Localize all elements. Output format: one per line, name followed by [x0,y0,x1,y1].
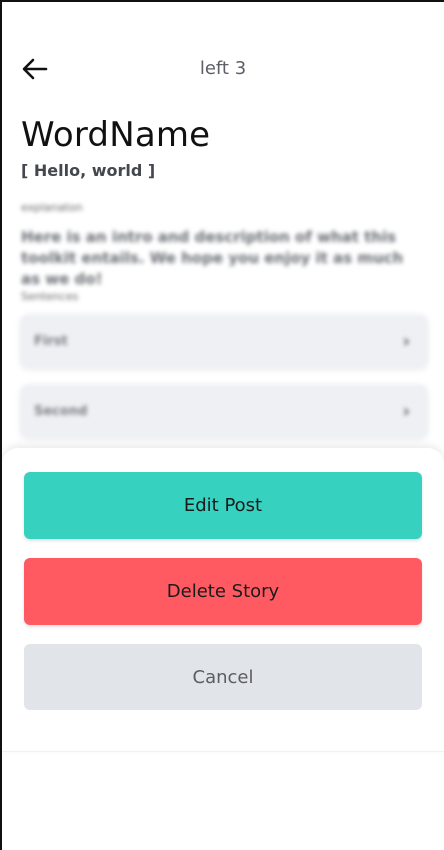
sentence-item-second[interactable]: Second › [20,384,428,438]
sentences-label: Sentences [21,290,79,303]
explanation-label: explanaton [21,201,83,214]
sentence-item-label: Second [34,403,88,419]
chevron-right-icon: › [402,330,410,352]
delete-story-button[interactable]: Delete Story [24,558,422,625]
app-frame: left 3 WordName [ Hello, world ] explana… [0,0,444,850]
word-pronunciation: [ Hello, world ] [21,161,156,180]
edit-post-button[interactable]: Edit Post [24,472,422,539]
action-sheet: Edit Post Delete Story Cancel [2,448,444,752]
explanation-text: Here is an intro and description of what… [21,228,404,288]
cancel-button[interactable]: Cancel [24,644,422,710]
page-title: left 3 [199,58,247,79]
word-title: WordName [21,115,211,155]
chevron-right-icon: › [402,400,410,422]
sentence-item-first[interactable]: First › [20,314,428,368]
sentence-item-label: First [34,333,68,349]
sheet-divider [2,751,444,752]
